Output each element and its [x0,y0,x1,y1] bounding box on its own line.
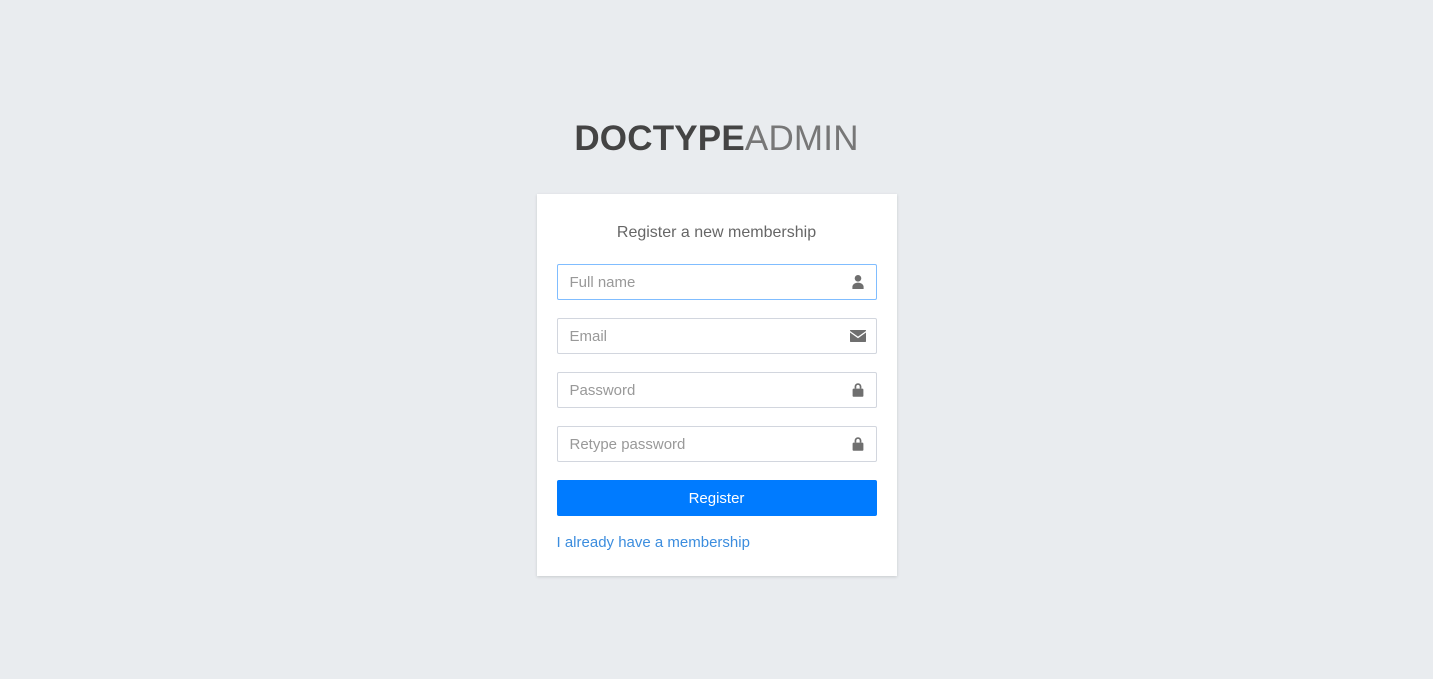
logo-primary-text: DOCTYPE [574,119,745,158]
field-full-name [556,264,877,300]
password-input[interactable] [556,372,877,408]
field-retype-password [556,426,877,462]
register-message: Register a new membership [616,224,817,241]
app-logo: DOCTYPEADMIN [574,121,858,156]
register-button[interactable]: Register [556,480,877,516]
register-card: Register a new membership Full name Emai… [536,194,897,576]
field-email [556,318,877,354]
email-input[interactable] [556,318,877,354]
logo-secondary-text: ADMIN [744,119,859,158]
retype-password-input[interactable] [556,426,877,462]
login-link[interactable]: I already have a membership [557,534,750,552]
register-form: Register [556,264,877,516]
full-name-input[interactable] [556,264,877,300]
register-page: DOCTYPEADMIN Register a new membership F… [0,0,1433,679]
field-password [556,372,877,408]
